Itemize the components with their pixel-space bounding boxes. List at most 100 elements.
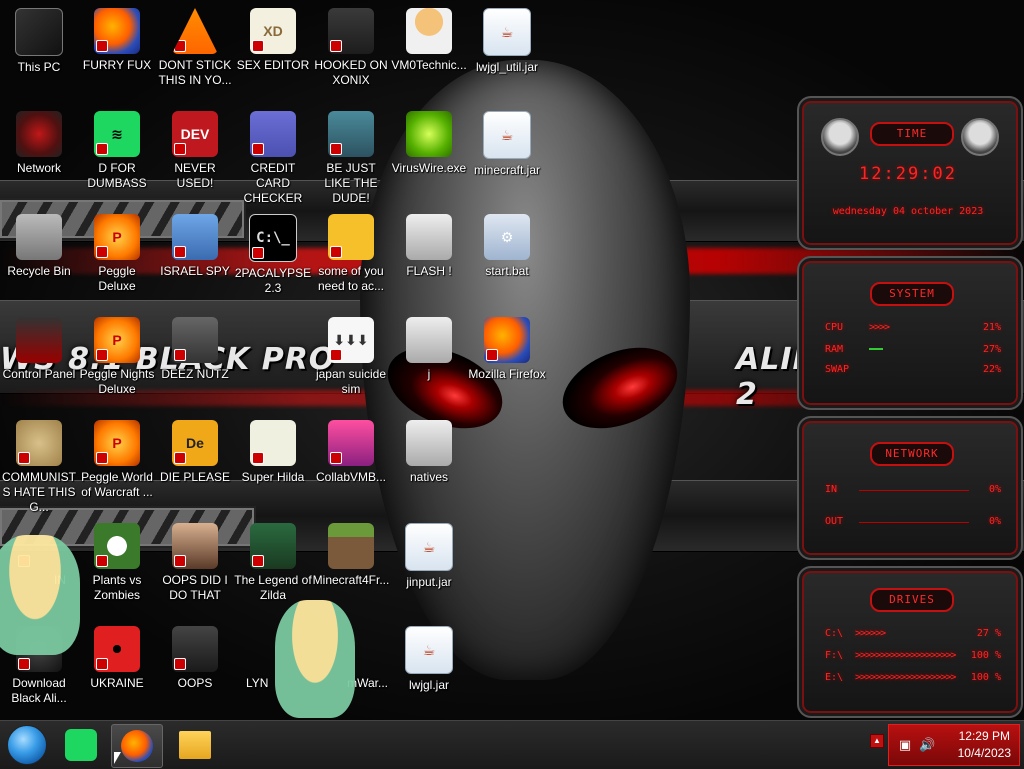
alien-logo-icon	[961, 118, 999, 156]
network-tray-icon[interactable]: ▣	[897, 737, 913, 753]
desktop-icon-some-of-you[interactable]: some of you need to ac...	[312, 206, 390, 294]
desktop-icon-super-hilda[interactable]: Super Hilda	[234, 412, 312, 485]
desktop-icon-israel-spy[interactable]: ISRAEL SPY	[156, 206, 234, 279]
dark-app-icon	[172, 626, 218, 672]
desktop-icon-deez-nutz[interactable]: DEEZ NUTZ	[156, 309, 234, 382]
icon-label: This PC	[17, 60, 61, 74]
peggle-icon: P	[94, 214, 140, 260]
icon-label: some of you need to ac...	[317, 264, 385, 293]
icon-label: DIE PLEASE	[159, 470, 231, 484]
system-gadget-title: SYSTEM	[870, 282, 954, 306]
icon-label: HOOKED ON XONIX	[314, 58, 388, 87]
java-jar-icon: ☕	[405, 523, 453, 571]
icon-label: Peggle Nights Deluxe	[79, 367, 155, 396]
icon-label: 2PACALYPSE 2.3	[234, 266, 312, 295]
desktop-icon-hooked-on-xonix[interactable]: HOOKED ON XONIX	[312, 0, 390, 88]
desktop-icon-collabvm[interactable]: CollabVMB...	[312, 412, 390, 485]
spotify-icon	[65, 729, 97, 761]
desktop-icon-die-please[interactable]: De DIE PLEASE	[156, 412, 234, 485]
desktop-icon-start-bat[interactable]: ⚙ start.bat	[468, 206, 546, 279]
desktop-icon-peggle-deluxe[interactable]: P Peggle Deluxe	[78, 206, 156, 294]
dev-badge-icon: DEV	[172, 111, 218, 157]
icon-label: COMMUNISTS HATE THIS G...	[2, 470, 76, 514]
desktop-icon-oops[interactable]: OOPS	[156, 618, 234, 691]
cpu-label: CPU	[825, 322, 844, 333]
net-out-value: 0%	[988, 516, 1001, 527]
credit-card-icon	[250, 111, 296, 157]
network-gadget[interactable]: NETWORK IN 0% OUT 0%	[797, 416, 1023, 560]
desktop-icon-network[interactable]: Network	[0, 103, 78, 176]
icon-label: Minecraft4Fr...	[312, 573, 390, 587]
icon-label: CollabVMB...	[315, 470, 387, 484]
desktop-icon-mozilla-firefox[interactable]: Mozilla Firefox	[468, 309, 546, 382]
desktop-icon-jinput-jar[interactable]: ☕ jinput.jar	[390, 515, 468, 590]
icon-label: j	[427, 367, 431, 381]
folder-icon	[406, 317, 452, 363]
desktop-icon-lwjgl-util-jar[interactable]: ☕ lwjgl_util.jar	[468, 0, 546, 75]
drive-e-bar: >>>>>>>>>>>>>>>>>>>>	[855, 672, 956, 683]
taskbar-file-explorer[interactable]	[170, 724, 220, 766]
system-gadget[interactable]: SYSTEM CPU >>>> 21% RAM 27% SWAP 22%	[797, 256, 1023, 410]
desktop-icon-peggle-nights[interactable]: P Peggle Nights Deluxe	[78, 309, 156, 397]
star-character-sticker	[275, 600, 355, 718]
desktop-icon-be-just-like-the-dude[interactable]: BE JUST LIKE THE DUDE!	[312, 103, 390, 206]
taskbar-clock[interactable]: 12:29 PM 10/4/2023	[958, 728, 1011, 762]
desktop-icon-minecraft-jar[interactable]: ☕ minecraft.jar	[468, 103, 546, 178]
desktop-icon-peggle-wow[interactable]: P Peggle World of Warcraft ...	[78, 412, 156, 500]
start-orb-icon	[7, 725, 47, 765]
drives-gadget[interactable]: DRIVES C:\ >>>>>> 27 % F:\ >>>>>>>>>>>>>…	[797, 566, 1023, 718]
desktop-icon-recycle-bin[interactable]: Recycle Bin	[0, 206, 78, 279]
portrait-icon	[172, 523, 218, 569]
desktop-icon-j[interactable]: j	[390, 309, 468, 382]
peggle-icon: P	[94, 317, 140, 363]
desktop-icon-oops-did-i[interactable]: OOPS DID I DO THAT	[156, 515, 234, 603]
folder-icon	[179, 731, 211, 759]
desktop-icon-credit-card-checker[interactable]: CREDIT CARD CHECKER	[234, 103, 312, 206]
desktop-icon-legend-of-zilda[interactable]: The Legend of Zilda	[234, 515, 312, 603]
icon-label: Recycle Bin	[7, 264, 71, 278]
desktop-icon-viruswire[interactable]: VirusWire.exe	[390, 103, 468, 176]
de-letters-icon: De	[172, 420, 218, 466]
icon-label: OOPS	[177, 676, 213, 690]
desktop-icon-sex-editor[interactable]: XD SEX EDITOR	[234, 0, 312, 73]
icon-label: OOPS DID I DO THAT	[162, 573, 228, 602]
recycle-bin-icon	[16, 214, 62, 260]
icon-label: FURRY FUX	[82, 58, 152, 72]
desktop-icon-never-used[interactable]: DEV NEVER USED!	[156, 103, 234, 191]
network-gadget-title: NETWORK	[870, 442, 954, 466]
desktop-icon-control-panel[interactable]: Control Panel	[0, 309, 78, 382]
desktop-icon-ukraine[interactable]: UKRAINE	[78, 618, 156, 691]
computer-icon	[15, 8, 63, 56]
show-hidden-icons-button[interactable]: ▲	[870, 734, 884, 748]
start-button[interactable]	[2, 724, 52, 766]
desktop-icon-communists[interactable]: COMMUNISTS HATE THIS G...	[0, 412, 78, 515]
icon-label: Super Hilda	[241, 470, 305, 484]
desktop-icon-lwjgl-jar[interactable]: ☕ lwjgl.jar	[390, 618, 468, 693]
desktop-icon-minecraft4free[interactable]: Minecraft4Fr...	[312, 515, 390, 588]
desktop-icon-dont-stick[interactable]: DONT STICK THIS IN YO...	[156, 0, 234, 88]
java-jar-icon: ☕	[483, 111, 531, 159]
volume-icon[interactable]: 🔊	[919, 737, 935, 753]
icon-label: ISRAEL SPY	[160, 264, 230, 278]
time-gadget[interactable]: TIME 12:29:02 wednesday 04 october 2023	[797, 96, 1023, 250]
icon-label: UKRAINE	[90, 676, 144, 690]
desktop-icon-vm0technic[interactable]: VM0Technic...	[390, 0, 468, 73]
desktop-icon-natives[interactable]: natives	[390, 412, 468, 485]
desktop-icon-flash[interactable]: FLASH !	[390, 206, 468, 279]
folder-icon	[406, 420, 452, 466]
swap-label: SWAP	[825, 364, 850, 375]
desktop-icon-d-for-dumbass[interactable]: ≋ D FOR DUMBASS	[78, 103, 156, 191]
icon-label: VirusWire.exe	[391, 161, 467, 175]
stacked-windows-icon	[172, 317, 218, 363]
desktop-icon-this-pc[interactable]: This PC	[0, 0, 78, 75]
desktop-icon-japan-suicide-sim[interactable]: ⬇⬇⬇ japan suicide sim	[312, 309, 390, 397]
icon-label: Peggle Deluxe	[98, 264, 136, 293]
taskbar-spotify[interactable]	[56, 724, 106, 766]
desktop-icon-plants-vs-zombies[interactable]: Plants vs Zombies	[78, 515, 156, 603]
drive-f-label: F:\	[825, 650, 844, 661]
desktop-icon-furry-fux[interactable]: FURRY FUX	[78, 0, 156, 73]
desktop-icon-2pacalypse[interactable]: C:\_ 2PACALYPSE 2.3	[234, 206, 312, 296]
time-gadget-clock: 12:29:02	[859, 164, 957, 184]
net-out-label: OUT	[825, 516, 844, 527]
icon-label: NEVER USED!	[174, 161, 216, 190]
